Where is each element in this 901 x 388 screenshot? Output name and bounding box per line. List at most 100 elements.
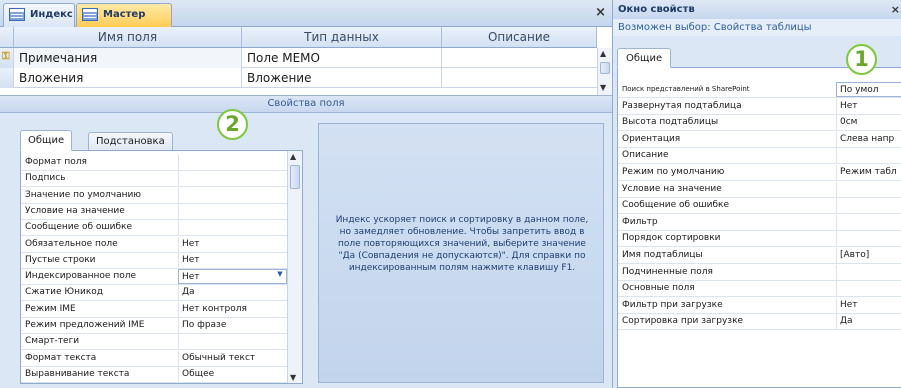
property-value[interactable]	[836, 214, 901, 230]
row-selector[interactable]: ⚿	[0, 48, 14, 68]
property-value[interactable]	[178, 203, 287, 219]
close-document-icon[interactable]: ×	[595, 5, 606, 20]
property-label: Ориентация	[622, 133, 681, 144]
table-row[interactable]: Вложения Вложение	[0, 68, 597, 88]
property-value[interactable]	[178, 155, 287, 170]
property-value[interactable]: Режим табл	[836, 165, 901, 180]
property-row[interactable]: Пустые строки Нет	[21, 252, 287, 269]
description-cell[interactable]	[442, 68, 597, 88]
property-value[interactable]: Нет контроля	[178, 301, 287, 317]
tab-lookup[interactable]: Подстановка	[88, 132, 173, 151]
tab-index[interactable]: Индекс	[3, 3, 75, 27]
property-value[interactable]: Нет	[836, 297, 901, 313]
property-value[interactable]	[178, 334, 287, 350]
property-value[interactable]: По фразе	[178, 318, 287, 333]
property-value[interactable]: [Авто]	[836, 248, 901, 263]
property-label: Сообщение об ошибке	[622, 200, 730, 211]
field-properties-pane: Общие Подстановка Формат поля Подпись Знач…	[0, 113, 612, 388]
tab-general[interactable]: Общие	[20, 130, 73, 151]
row-selector-header[interactable]	[0, 27, 14, 48]
property-value[interactable]	[836, 181, 901, 197]
property-value[interactable]	[836, 198, 901, 214]
property-value[interactable]: Общее	[178, 366, 287, 382]
description-cell[interactable]	[442, 48, 597, 68]
property-row[interactable]: Сообщение об ошибке	[21, 220, 287, 237]
property-value[interactable]: Обычный текст	[178, 350, 287, 366]
property-value[interactable]	[178, 187, 287, 203]
property-row[interactable]: Поиск представлений в SharePoint По умол	[618, 82, 901, 98]
property-value[interactable]: Нет	[178, 236, 287, 252]
property-row[interactable]: Сжатие Юникод Да	[21, 285, 287, 302]
property-row[interactable]: Обязательное поле Нет	[21, 236, 287, 253]
tab-general[interactable]: Общие	[617, 48, 672, 68]
property-value[interactable]: Слева напр	[836, 131, 901, 147]
data-type-cell[interactable]: Поле MEMO	[242, 48, 442, 68]
property-row[interactable]: Выравнивание текста Общее	[21, 366, 287, 383]
property-row[interactable]: Формат текста Обычный текст	[21, 350, 287, 367]
scrollbar-thumb[interactable]	[600, 62, 610, 74]
property-value[interactable]	[178, 171, 287, 187]
row-selector[interactable]	[0, 68, 14, 88]
property-label: Режим предложений IME	[25, 320, 145, 330]
scroll-down-icon[interactable]: ▼	[290, 373, 296, 382]
property-row[interactable]: Сортировка при загрузке Да	[618, 314, 901, 331]
property-value[interactable]	[836, 264, 901, 280]
property-value[interactable]	[178, 220, 287, 236]
property-label: Фильтр	[622, 216, 658, 227]
tab-index-label: Индекс	[30, 9, 73, 20]
property-label: Пустые строки	[25, 254, 96, 265]
property-row[interactable]: Значение по умолчанию	[21, 187, 287, 204]
property-row[interactable]: Смарт-теги	[21, 334, 287, 351]
scroll-down-icon[interactable]: ▼	[600, 83, 606, 92]
property-row[interactable]: Режим предложений IME По фразе	[21, 318, 287, 334]
property-row[interactable]: Условие на значение	[21, 203, 287, 220]
scroll-up-icon[interactable]: ▲	[290, 152, 296, 161]
column-header-field-name: Имя поля	[14, 27, 242, 48]
dropdown-arrow-icon[interactable]: ▼	[274, 269, 286, 280]
property-row[interactable]: Фильтр	[618, 214, 901, 231]
property-row[interactable]: Сообщение об ошибке	[618, 198, 901, 215]
property-row[interactable]: Индексированное поле Нет ▼	[21, 269, 287, 286]
tab-master[interactable]: Мастер	[76, 3, 172, 27]
property-value[interactable]	[836, 281, 901, 297]
property-row[interactable]: Режим IME Нет контроля	[21, 301, 287, 318]
property-row[interactable]: Описание	[618, 148, 901, 165]
property-row[interactable]: Условие на значение	[618, 181, 901, 198]
grid-vertical-scrollbar[interactable]: ▲ ▼	[597, 48, 612, 95]
property-row[interactable]: Фильтр при загрузке Нет	[618, 297, 901, 314]
property-value[interactable]: Нет	[178, 269, 287, 285]
property-label: Основные поля	[622, 283, 695, 294]
close-property-sheet-icon[interactable]: ×	[891, 3, 900, 16]
property-row[interactable]: Порядок сортировки	[618, 231, 901, 248]
column-header-description: Описание	[442, 27, 597, 48]
property-label: Режим по умолчанию	[622, 167, 725, 177]
table-row[interactable]: ⚿ Примечания Поле MEMO	[0, 48, 597, 68]
property-row[interactable]: Развернутая подтаблица Нет	[618, 98, 901, 115]
property-value[interactable]: Нет	[178, 252, 287, 268]
property-row[interactable]: Формат поля	[21, 155, 287, 171]
property-value[interactable]: Нет	[836, 98, 901, 114]
field-name-cell[interactable]: Примечания	[14, 48, 242, 68]
property-value[interactable]: Да	[836, 314, 901, 330]
property-value[interactable]: Да	[178, 285, 287, 301]
property-label: Сжатие Юникод	[25, 287, 104, 298]
property-row[interactable]: Высота подтаблицы 0см	[618, 115, 901, 132]
scrollbar-thumb[interactable]	[290, 165, 300, 189]
tab-master-label: Мастер	[103, 9, 146, 20]
property-value[interactable]: По умол	[836, 82, 901, 97]
property-row[interactable]: Ориентация Слева напр	[618, 131, 901, 148]
property-row[interactable]: Режим по умолчанию Режим табл	[618, 165, 901, 181]
property-row[interactable]: Основные поля	[618, 281, 901, 298]
property-value[interactable]	[836, 231, 901, 247]
property-label: Высота подтаблицы	[622, 117, 719, 128]
scroll-up-icon[interactable]: ▲	[600, 49, 606, 58]
data-type-cell[interactable]: Вложение	[242, 68, 442, 88]
property-row[interactable]: Подчиненные поля	[618, 264, 901, 281]
property-value[interactable]: 0см	[836, 115, 901, 131]
properties-vertical-scrollbar[interactable]: ▲ ▼	[287, 151, 302, 383]
property-label: Условие на значение	[622, 183, 722, 194]
property-value[interactable]	[836, 148, 901, 164]
property-row[interactable]: Имя подтаблицы [Авто]	[618, 248, 901, 264]
property-row[interactable]: Подпись	[21, 171, 287, 188]
field-name-cell[interactable]: Вложения	[14, 68, 242, 88]
